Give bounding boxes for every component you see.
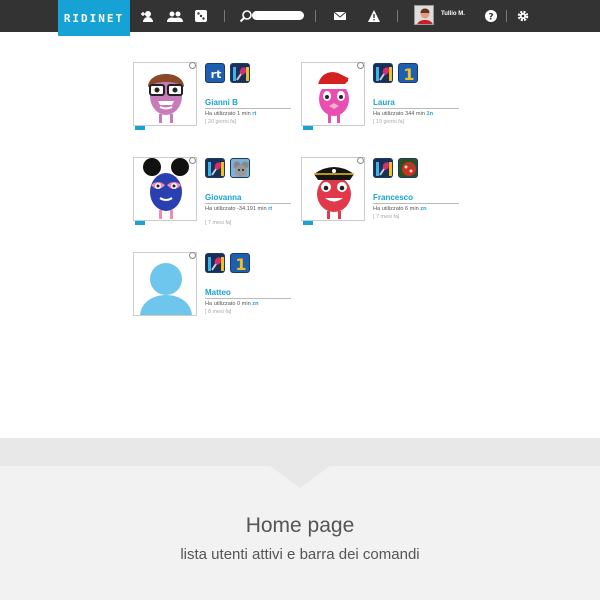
users-group-icon[interactable] — [167, 9, 183, 23]
last-active-text: [ 8 mesi fa] — [205, 309, 232, 315]
last-active-text: [ 7 mesi fa] — [373, 214, 400, 220]
monster-glasses-icon — [148, 74, 184, 123]
user-card[interactable]: Giovanna Ha utilizzato -34.191 min rt [ … — [133, 157, 303, 227]
app-code[interactable]: rt — [252, 111, 256, 117]
user-name[interactable]: Francesco — [373, 193, 413, 202]
select-checkbox[interactable] — [357, 157, 364, 164]
monster-santa-icon — [316, 72, 354, 123]
number-one-app-icon[interactable]: 1 — [398, 63, 418, 83]
select-checkbox[interactable] — [357, 62, 364, 69]
gear-icon[interactable] — [516, 9, 530, 23]
current-user-name[interactable]: Tullio M. — [441, 11, 465, 17]
divider — [373, 108, 459, 109]
user-card[interactable]: rt Gianni B Ha utilizzato 1 min rt [ 20 … — [133, 62, 303, 132]
user-card[interactable]: 1 Matteo Ha utilizzato 0 min zn [ 8 mesi… — [133, 252, 303, 322]
monster-pirate-icon — [314, 167, 354, 219]
mouse-app-icon[interactable] — [230, 158, 250, 178]
divider — [373, 203, 459, 204]
select-checkbox[interactable] — [189, 252, 196, 259]
app-code[interactable]: 1n — [427, 111, 434, 117]
user-name[interactable]: Giovanna — [205, 193, 241, 202]
last-active-text: [ 19 giorni fa] — [373, 119, 405, 125]
dice-icon[interactable] — [194, 9, 208, 23]
user-name[interactable]: Gianni B — [205, 98, 238, 107]
svg-text:?: ? — [488, 13, 493, 23]
top-command-bar: RIDINET Tullio M. ? — [0, 0, 600, 36]
caption-pointer — [270, 466, 330, 488]
caption-band — [0, 438, 600, 466]
online-status-indicator — [303, 221, 313, 225]
number-one-app-icon[interactable]: 1 — [230, 253, 250, 273]
divider — [506, 10, 507, 22]
microphone-app-icon[interactable] — [230, 63, 250, 83]
usage-text: Ha utilizzato -34.191 min rt — [205, 206, 273, 212]
user-avatar[interactable] — [133, 252, 197, 316]
select-checkbox[interactable] — [189, 157, 196, 164]
caption-subtitle: lista utenti attivi e barra dei comandi — [180, 546, 420, 563]
microphone-app-icon[interactable] — [205, 158, 225, 178]
divider — [205, 298, 291, 299]
alert-icon[interactable] — [367, 9, 381, 23]
app-logo[interactable]: RIDINET — [58, 0, 130, 36]
usage-text: Ha utilizzato 6 min zn — [373, 206, 427, 212]
pizza-app-icon[interactable] — [398, 158, 418, 178]
microphone-app-icon[interactable] — [373, 63, 393, 83]
svg-text:1: 1 — [403, 65, 414, 83]
app-code[interactable]: zn — [252, 301, 258, 307]
mail-icon[interactable] — [333, 9, 347, 23]
app-code[interactable]: zn — [420, 206, 426, 212]
online-status-indicator — [135, 126, 145, 130]
user-avatar[interactable] — [301, 157, 365, 221]
usage-text: Ha utilizzato 1 min rt — [205, 111, 257, 117]
svg-text:1: 1 — [235, 255, 246, 273]
user-card[interactable]: 1 Laura Ha utilizzato 344 min 1n [ 19 gi… — [301, 62, 471, 132]
monster-mouse-ears-icon — [143, 158, 189, 219]
add-user-icon[interactable] — [140, 9, 154, 23]
usage-text: Ha utilizzato 0 min zn — [205, 301, 259, 307]
help-icon[interactable]: ? — [484, 9, 498, 23]
online-status-indicator — [135, 221, 145, 225]
rt-app-icon[interactable]: rt — [205, 63, 225, 83]
search-input[interactable] — [252, 11, 304, 20]
usage-text: Ha utilizzato 344 min 1n — [373, 111, 434, 117]
divider — [224, 10, 225, 22]
divider — [205, 203, 291, 204]
user-name[interactable]: Laura — [373, 98, 395, 107]
user-avatar[interactable] — [133, 62, 197, 126]
last-active-text: [ 7 mesi fa] — [205, 220, 232, 226]
svg-text:rt: rt — [211, 68, 222, 81]
user-avatar[interactable] — [133, 157, 197, 221]
divider — [315, 10, 316, 22]
divider — [397, 10, 398, 22]
caption-title: Home page — [245, 514, 355, 537]
app-code[interactable]: rt — [268, 206, 272, 212]
select-checkbox[interactable] — [189, 62, 196, 69]
last-active-text: [ 20 giorni fa] — [205, 119, 237, 125]
current-user-avatar[interactable] — [414, 5, 434, 25]
microphone-app-icon[interactable] — [205, 253, 225, 273]
user-avatar[interactable] — [301, 62, 365, 126]
divider — [205, 108, 291, 109]
user-card[interactable]: Francesco Ha utilizzato 6 min zn [ 7 mes… — [301, 157, 471, 227]
user-name[interactable]: Matteo — [205, 288, 231, 297]
search-icon[interactable] — [239, 9, 253, 23]
default-user-silhouette-icon — [140, 263, 192, 315]
microphone-app-icon[interactable] — [373, 158, 393, 178]
online-status-indicator — [303, 126, 313, 130]
